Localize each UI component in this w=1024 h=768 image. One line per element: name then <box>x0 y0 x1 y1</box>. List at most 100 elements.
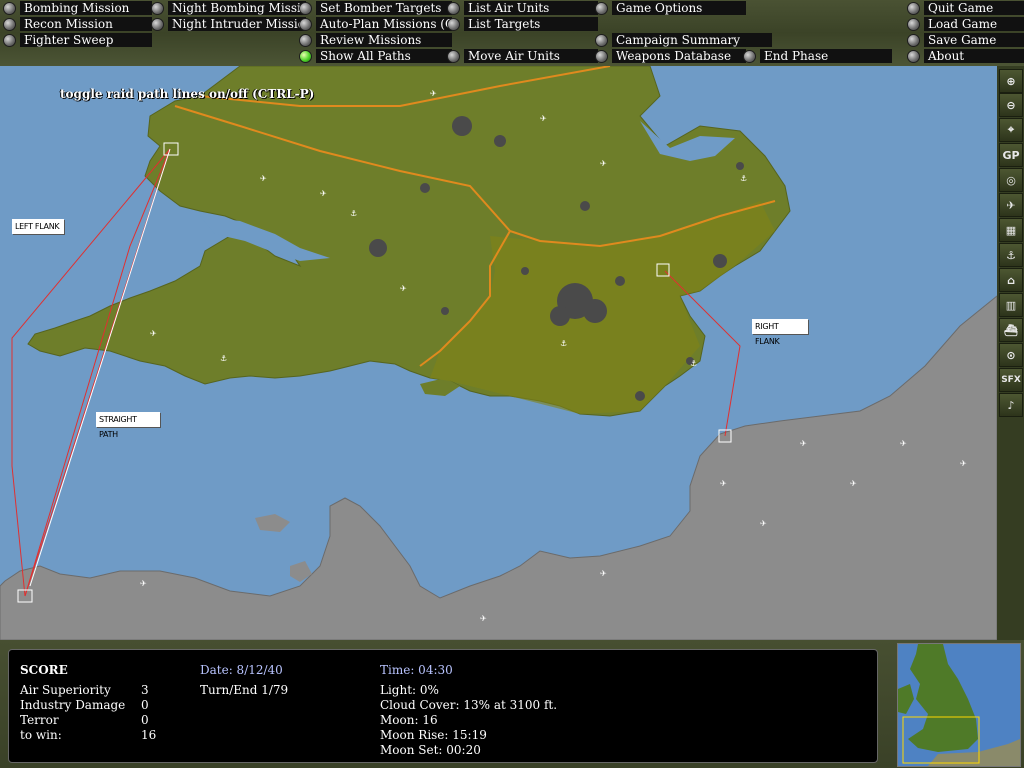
radio-knob-icon <box>595 1 608 15</box>
compass-icon[interactable]: ⊙ <box>999 343 1023 367</box>
svg-text:✈: ✈ <box>900 439 907 448</box>
svg-text:✈: ✈ <box>150 329 157 338</box>
radio-knob-icon <box>907 33 920 47</box>
svg-text:✈: ✈ <box>800 439 807 448</box>
building-icon[interactable]: ▥ <box>999 293 1023 317</box>
score-panel: SCORE Air Superiority 3 Industry Damage … <box>8 649 878 763</box>
moon-rise-readout: Moon Rise: 15:19 <box>380 728 487 742</box>
night-intruder-mission-button[interactable]: Night Intruder Mission <box>151 17 306 31</box>
straight-path-label: STRAIGHT PATH <box>96 412 160 439</box>
list-targets-button[interactable]: List Targets <box>447 17 598 31</box>
list-air-units-button[interactable]: List Air Units <box>447 1 598 15</box>
radio-knob-icon <box>907 1 920 15</box>
svg-text:⚓: ⚓ <box>740 174 747 183</box>
recon-mission-button[interactable]: Recon Mission <box>3 17 152 31</box>
svg-text:✈: ✈ <box>260 174 267 183</box>
svg-text:✈: ✈ <box>430 89 437 98</box>
terror-label: Terror <box>20 713 59 727</box>
svg-text:✈: ✈ <box>600 569 607 578</box>
svg-text:⚓: ⚓ <box>220 354 227 363</box>
sfx-button[interactable]: SFX <box>999 368 1023 392</box>
load-game-button[interactable]: Load Game <box>907 17 1024 31</box>
move-air-units-button[interactable]: Move Air Units <box>447 49 598 63</box>
night-bombing-mission-button[interactable]: Night Bombing Mission <box>151 1 306 15</box>
right-flank-label: RIGHT FLANK <box>752 319 808 346</box>
end-phase-button[interactable]: End Phase <box>743 49 892 63</box>
radio-knob-icon <box>3 33 16 47</box>
to-win-value: 16 <box>141 728 157 742</box>
minimap-terrain <box>898 644 1020 766</box>
map-toolbar: ⊕ ⊖ ⌖ GP ◎ ✈ ▦ ⚓ ⌂ ▥ ⛴ ⊙ SFX ♪ <box>997 66 1024 640</box>
time-readout: Time: 04:30 <box>380 663 453 677</box>
crosshair-icon[interactable]: ⌖ <box>999 118 1023 142</box>
air-superiority-label: Air Superiority <box>20 683 111 697</box>
radio-knob-icon <box>447 1 460 15</box>
radio-knob-icon <box>907 17 920 31</box>
ship-icon[interactable]: ⛴ <box>999 318 1023 342</box>
industry-damage-value: 0 <box>141 698 149 712</box>
svg-text:⚓: ⚓ <box>350 209 357 218</box>
svg-text:✈: ✈ <box>540 114 547 123</box>
top-menu-bar: Bombing Mission Recon Mission Fighter Sw… <box>0 0 1024 66</box>
review-missions-button[interactable]: Review Missions <box>299 33 452 47</box>
svg-text:⚓: ⚓ <box>560 339 567 348</box>
turn-readout: Turn/End 1/79 <box>200 683 289 697</box>
radio-knob-icon <box>447 49 460 63</box>
radio-knob-icon <box>595 33 608 47</box>
radio-knob-icon <box>3 1 16 15</box>
light-readout: Light: 0% <box>380 683 439 697</box>
svg-text:✈: ✈ <box>720 479 727 488</box>
save-game-button[interactable]: Save Game <box>907 33 1024 47</box>
target-icon[interactable]: ◎ <box>999 168 1023 192</box>
svg-text:✈: ✈ <box>140 579 147 588</box>
zoom-out-icon[interactable]: ⊖ <box>999 93 1023 117</box>
radio-knob-icon <box>3 17 16 31</box>
radio-knob-icon <box>299 17 312 31</box>
svg-text:✈: ✈ <box>400 284 407 293</box>
moon-set-readout: Moon Set: 00:20 <box>380 743 481 757</box>
svg-text:✈: ✈ <box>850 479 857 488</box>
game-options-button[interactable]: Game Options <box>595 1 746 15</box>
left-flank-label: LEFT FLANK <box>12 219 64 234</box>
radio-knob-icon <box>595 49 608 63</box>
moon-readout: Moon: 16 <box>380 713 438 727</box>
raid-path-tooltip: toggle raid path lines on/off (CTRL-P) <box>60 87 315 101</box>
campaign-summary-button[interactable]: Campaign Summary <box>595 33 772 47</box>
industry-damage-label: Industry Damage <box>20 698 126 712</box>
radio-knob-icon <box>447 17 460 31</box>
svg-text:✈: ✈ <box>320 189 327 198</box>
bottom-panel: SCORE Air Superiority 3 Industry Damage … <box>0 640 1024 768</box>
about-button[interactable]: About <box>907 49 1024 63</box>
svg-text:✈: ✈ <box>960 459 967 468</box>
aircraft-icon[interactable]: ✈ <box>999 193 1023 217</box>
factory-icon[interactable]: ▦ <box>999 218 1023 242</box>
radio-knob-icon <box>907 49 920 63</box>
airfield-icon[interactable]: ⌂ <box>999 268 1023 292</box>
minimap[interactable] <box>897 643 1021 767</box>
map-terrain: ✈ ✈ ✈ ✈ ✈ ✈ ✈ ✈ ✈ ✈ ✈ ✈ ✈ ✈ ✈ ✈ ⚓ ⚓ ⚓ ⚓ … <box>0 66 997 640</box>
anchor-icon[interactable]: ⚓ <box>999 243 1023 267</box>
show-all-paths-button[interactable]: Show All Paths <box>299 49 452 63</box>
quit-game-button[interactable]: Quit Game <box>907 1 1024 15</box>
radio-knob-icon <box>299 1 312 15</box>
terror-value: 0 <box>141 713 149 727</box>
campaign-map[interactable]: ✈ ✈ ✈ ✈ ✈ ✈ ✈ ✈ ✈ ✈ ✈ ✈ ✈ ✈ ✈ ✈ ⚓ ⚓ ⚓ ⚓ … <box>0 66 997 640</box>
svg-text:✈: ✈ <box>480 614 487 623</box>
radio-knob-icon <box>151 1 164 15</box>
radio-knob-icon <box>151 17 164 31</box>
bombing-mission-button[interactable]: Bombing Mission <box>3 1 152 15</box>
date-readout: Date: 8/12/40 <box>200 663 283 677</box>
set-bomber-targets-button[interactable]: Set Bomber Targets <box>299 1 452 15</box>
radio-knob-icon <box>743 49 756 63</box>
to-win-label: to win: <box>20 728 62 742</box>
weapons-database-button[interactable]: Weapons Database <box>595 49 746 63</box>
svg-text:⚓: ⚓ <box>690 359 697 368</box>
zoom-in-icon[interactable]: ⊕ <box>999 69 1023 93</box>
auto-plan-missions-button[interactable]: Auto-Plan Missions (Off) <box>299 17 452 31</box>
fighter-sweep-button[interactable]: Fighter Sweep <box>3 33 152 47</box>
music-note-icon[interactable]: ♪ <box>999 393 1023 417</box>
gp-button[interactable]: GP <box>999 143 1023 167</box>
radio-knob-icon <box>299 33 312 47</box>
svg-text:✈: ✈ <box>760 519 767 528</box>
channel-island <box>255 514 290 532</box>
